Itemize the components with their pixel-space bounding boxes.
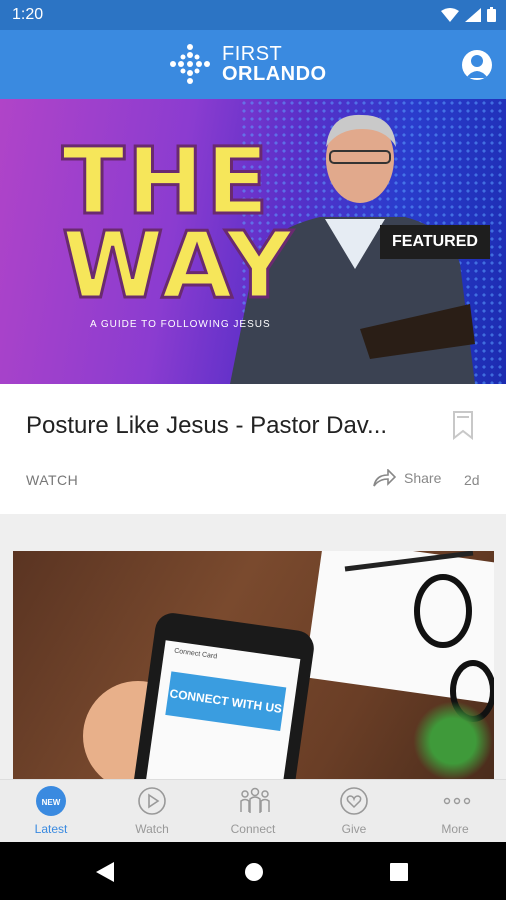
phone-graphic: Connect Card CONNECT WITH US [129,610,317,781]
heart-icon [339,786,369,816]
share-button[interactable]: Share [372,469,441,487]
featured-badge: FEATURED [380,225,490,259]
status-bar: 1:20 [0,0,506,30]
tab-latest-label: Latest [34,822,68,836]
user-icon [466,55,488,78]
logo-line2: ORLANDO [222,63,327,85]
people-icon [238,786,270,816]
tab-give[interactable]: Give [314,786,394,836]
connect-with-us-banner: CONNECT WITH US [165,671,287,732]
tab-connect-label: Connect [230,822,276,836]
share-icon [373,469,396,487]
hero-subtitle: A GUIDE TO FOLLOWING JESUS [90,319,271,330]
logo-text: FIRST ORLANDO [222,44,327,84]
tab-watch-label: Watch [135,822,169,836]
screen-header: Connect Card [173,647,218,661]
connect-card-image[interactable]: Connect Card CONNECT WITH US [13,551,494,781]
bookmark-button[interactable] [450,410,476,445]
plant-graphic [413,701,493,781]
tab-watch[interactable]: Watch [112,786,192,836]
system-navigation-bar [0,842,506,900]
bookmark-icon [453,411,473,441]
tab-connect[interactable]: Connect [213,786,293,836]
logo-cross-icon [170,44,210,84]
phone-screen: Connect Card CONNECT WITH US [140,640,301,781]
new-badge-icon: NEW [36,786,66,816]
logo-line1: FIRST [222,43,283,65]
tab-latest[interactable]: NEW Latest [11,786,91,836]
content-title[interactable]: Posture Like Jesus - Pastor Dav... [26,412,387,440]
tab-more[interactable]: More [415,786,495,836]
featured-content-card[interactable]: Posture Like Jesus - Pastor Dav... WATCH… [0,384,506,514]
content-category: WATCH [26,472,79,488]
wifi-icon [441,7,459,22]
bottom-navigation: NEW Latest Watch Connect Give More [0,779,506,843]
app-logo: FIRST ORLANDO [168,42,327,86]
content-age: 2d [464,472,480,488]
tab-give-label: Give [341,822,367,836]
signal-icon [465,7,481,22]
more-dots-icon [440,786,471,816]
share-label: Share [404,470,442,486]
status-icons [441,7,496,22]
app-bar: FIRST ORLANDO [0,30,506,99]
status-time: 1:20 [12,6,44,23]
hero-title: THE WAY [61,128,295,319]
battery-icon [487,7,496,22]
home-icon[interactable] [244,862,264,882]
new-badge-text: NEW [42,798,61,807]
profile-button[interactable] [462,50,492,80]
tab-more-label: More [441,822,469,836]
play-icon [137,786,167,816]
recents-icon[interactable] [390,863,408,881]
back-icon[interactable] [96,862,114,882]
